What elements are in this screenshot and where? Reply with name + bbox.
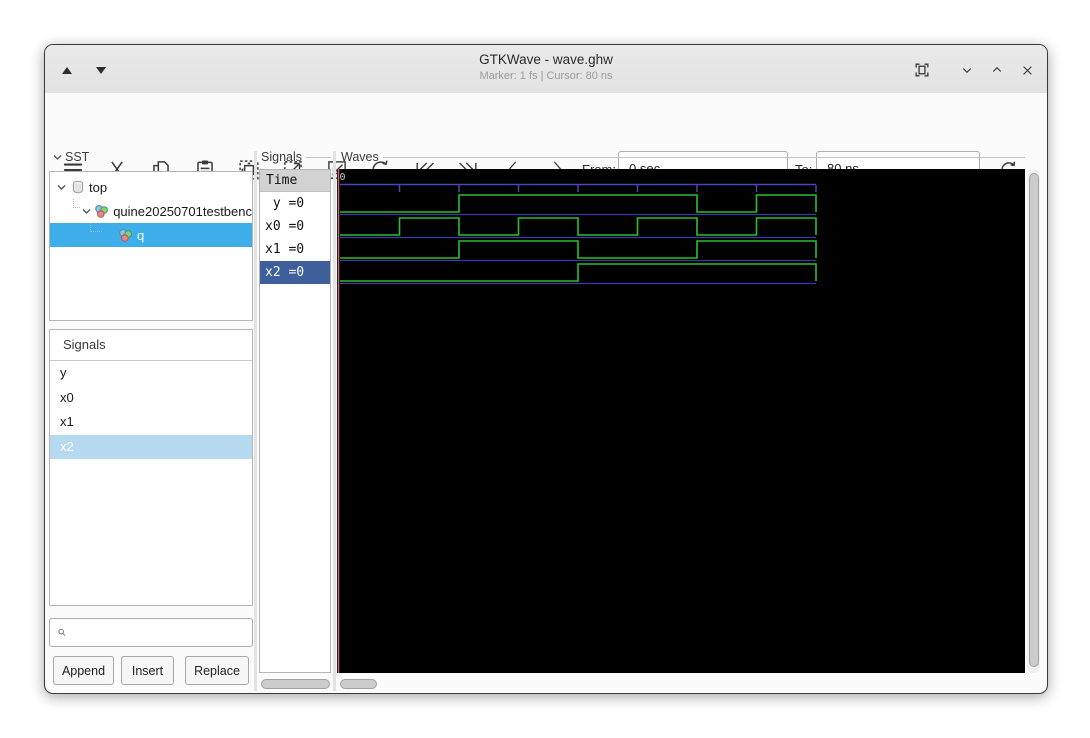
tree-guide <box>73 199 81 208</box>
close-button[interactable] <box>1014 57 1040 83</box>
chevron-down-icon <box>53 154 62 160</box>
values-frame-label: Signals <box>261 150 331 164</box>
signal-value-row[interactable]: x1 =0 <box>260 238 330 261</box>
close-icon <box>1022 65 1032 75</box>
tree-item-label: top <box>89 179 108 195</box>
tree-item-quine20250701testbenc[interactable]: quine20250701testbenc <box>50 199 252 223</box>
window-status-text: Marker: 1 fs | Cursor: 80 ns <box>479 70 613 82</box>
waves-vertical-scrollbar[interactable] <box>1027 169 1040 673</box>
signal-item-x2[interactable]: x2 <box>50 434 252 459</box>
fit-icon <box>915 63 929 77</box>
gtkwave-window: GTKWave - wave.ghw Marker: 1 fs | Cursor… <box>44 44 1048 694</box>
pane-splitter-left[interactable] <box>254 151 257 691</box>
shade-up-button[interactable] <box>54 57 80 83</box>
sst-tree-panel[interactable]: top quine20250701testbenc q <box>49 171 253 321</box>
signal-values-panel: Time y =0 x0 =0 x1 =0 x2 =0 <box>259 169 331 673</box>
signal-value-row[interactable]: x2 =0 <box>260 261 330 284</box>
signal-search[interactable] <box>49 618 253 647</box>
titlebar-text: GTKWave - wave.ghw Marker: 1 fs | Cursor… <box>245 52 847 82</box>
tree-guide <box>90 223 102 232</box>
titlebar[interactable]: GTKWave - wave.ghw Marker: 1 fs | Cursor… <box>45 45 1047 94</box>
triangle-down-icon <box>96 66 106 74</box>
search-icon <box>58 629 66 636</box>
expander-icon[interactable] <box>56 182 69 193</box>
waves-frame-label: Waves <box>341 150 1025 164</box>
waveform-svg: 0 <box>337 169 817 673</box>
search-input[interactable] <box>72 624 252 641</box>
replace-button[interactable]: Replace <box>185 656 249 685</box>
signals-list-header: Signals <box>50 330 252 361</box>
module-icon <box>71 180 85 194</box>
chevron-down-icon <box>962 68 972 74</box>
chevron-up-icon <box>992 66 1002 72</box>
signal-value-row[interactable]: x0 =0 <box>260 215 330 238</box>
hierarchy-icon <box>94 204 109 219</box>
values-horizontal-scrollbar[interactable] <box>261 679 330 689</box>
sst-label: SST <box>65 150 90 164</box>
signals-list-panel: Signals y x0 x1 x2 <box>49 329 253 606</box>
waves-horizontal-scrollbar[interactable] <box>340 679 377 689</box>
svg-text:0: 0 <box>340 172 346 183</box>
sst-expander[interactable]: SST <box>52 150 89 164</box>
shade-down-button[interactable] <box>88 57 114 83</box>
tree-item-q[interactable]: q <box>50 223 252 247</box>
expander-icon[interactable] <box>81 206 92 217</box>
signal-item-x0[interactable]: x0 <box>50 386 252 411</box>
time-header[interactable]: Time <box>260 170 330 192</box>
minimize-button[interactable] <box>954 57 980 83</box>
waveform-canvas[interactable]: 0 <box>337 169 1025 673</box>
tree-item-top[interactable]: top <box>50 175 252 199</box>
insert-button[interactable]: Insert <box>121 656 174 685</box>
fit-window-button[interactable] <box>909 57 935 83</box>
window-title: GTKWave - wave.ghw <box>479 52 613 67</box>
append-button[interactable]: Append <box>53 656 114 685</box>
pane-splitter-right[interactable] <box>333 151 336 691</box>
signal-value-row[interactable]: y =0 <box>260 192 330 215</box>
tree-item-label: q <box>137 227 145 243</box>
hierarchy-icon <box>118 228 133 243</box>
triangle-up-icon <box>62 66 72 74</box>
tree-item-label: quine20250701testbenc <box>113 203 252 219</box>
signal-item-y[interactable]: y <box>50 361 252 386</box>
toolbar: From: To: <box>45 93 1047 186</box>
scrollbar-thumb[interactable] <box>1028 173 1039 667</box>
maximize-button[interactable] <box>984 57 1010 83</box>
signal-item-x1[interactable]: x1 <box>50 410 252 435</box>
